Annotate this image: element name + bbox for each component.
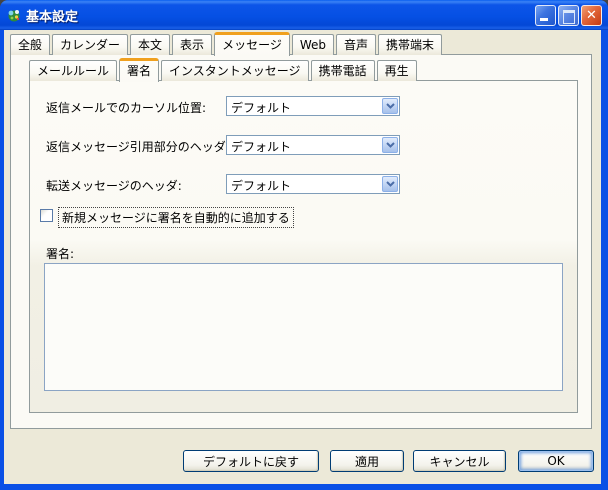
reply-quote-header-label: 返信メッセージ引用部分のヘッダ: bbox=[46, 140, 230, 154]
dialog-body: 全般 カレンダー 本文 表示 メッセージ Web 音声 携帯端末 メールルール … bbox=[4, 30, 601, 484]
primary-tab-strip: 全般 カレンダー 本文 表示 メッセージ Web 音声 携帯端末 bbox=[10, 31, 444, 56]
window-title: 基本設定 bbox=[26, 9, 79, 25]
tab-display[interactable]: 表示 bbox=[172, 34, 213, 55]
tab-instant-message[interactable]: インスタントメッセージ bbox=[161, 60, 309, 81]
tab-general[interactable]: 全般 bbox=[10, 34, 51, 55]
reply-quote-header-select[interactable]: デフォルト bbox=[226, 135, 400, 155]
tab-web[interactable]: Web bbox=[291, 34, 334, 55]
title-bar[interactable]: 基本設定 ✕ bbox=[0, 0, 608, 30]
preferences-window: 基本設定 ✕ 全般 カレンダー 本文 表示 メッセージ Web 音声 携帯端末 … bbox=[0, 0, 608, 490]
tab-mail-rules[interactable]: メールルール bbox=[29, 60, 118, 81]
maximize-button[interactable] bbox=[558, 4, 579, 26]
reply-cursor-position-label: 返信メールでのカーソル位置: bbox=[46, 101, 207, 115]
signature-tab-panel: 返信メールでのカーソル位置: デフォルト 返信メッセージ引用部分のヘッダ: デフ… bbox=[29, 80, 578, 413]
reply-cursor-position-value: デフォルト bbox=[231, 101, 292, 115]
tab-mobile-device[interactable]: 携帯端末 bbox=[378, 34, 443, 55]
signature-label: 署名: bbox=[46, 247, 75, 261]
chevron-down-icon[interactable] bbox=[382, 137, 398, 153]
tab-signature[interactable]: 署名 bbox=[119, 58, 160, 82]
message-tab-panel: メールルール 署名 インスタントメッセージ 携帯電話 再生 返信メールでのカーソ… bbox=[10, 54, 592, 429]
cancel-button[interactable]: キャンセル bbox=[413, 450, 506, 472]
forward-header-select[interactable]: デフォルト bbox=[226, 174, 400, 194]
tab-calendar[interactable]: カレンダー bbox=[52, 34, 129, 55]
tab-body-text[interactable]: 本文 bbox=[130, 34, 171, 55]
auto-signature-checkbox[interactable] bbox=[40, 209, 53, 222]
tab-playback[interactable]: 再生 bbox=[376, 60, 417, 81]
apply-button[interactable]: 適用 bbox=[330, 450, 404, 472]
reply-quote-header-value: デフォルト bbox=[231, 140, 292, 154]
forward-header-value: デフォルト bbox=[231, 179, 292, 193]
secondary-tab-strip: メールルール 署名 インスタントメッセージ 携帯電話 再生 bbox=[29, 57, 419, 82]
signature-textarea[interactable] bbox=[44, 263, 563, 391]
auto-signature-checkbox-label[interactable]: 新規メッセージに署名を自動的に追加する bbox=[58, 207, 294, 228]
tab-audio[interactable]: 音声 bbox=[336, 34, 377, 55]
minimize-button[interactable] bbox=[535, 4, 556, 26]
restore-defaults-button[interactable]: デフォルトに戻す bbox=[183, 450, 319, 472]
tab-message[interactable]: メッセージ bbox=[214, 32, 290, 56]
tab-mobile-phone[interactable]: 携帯電話 bbox=[310, 60, 375, 81]
close-button[interactable]: ✕ bbox=[581, 4, 602, 26]
forward-header-label: 転送メッセージのヘッダ: bbox=[46, 179, 182, 193]
reply-cursor-position-select[interactable]: デフォルト bbox=[226, 96, 400, 116]
close-icon: ✕ bbox=[586, 7, 597, 23]
chevron-down-icon[interactable] bbox=[382, 98, 398, 114]
ok-button[interactable]: OK bbox=[518, 450, 594, 472]
app-icon bbox=[6, 7, 22, 23]
chevron-down-icon[interactable] bbox=[382, 176, 398, 192]
titlebar-buttons: ✕ bbox=[535, 4, 602, 26]
